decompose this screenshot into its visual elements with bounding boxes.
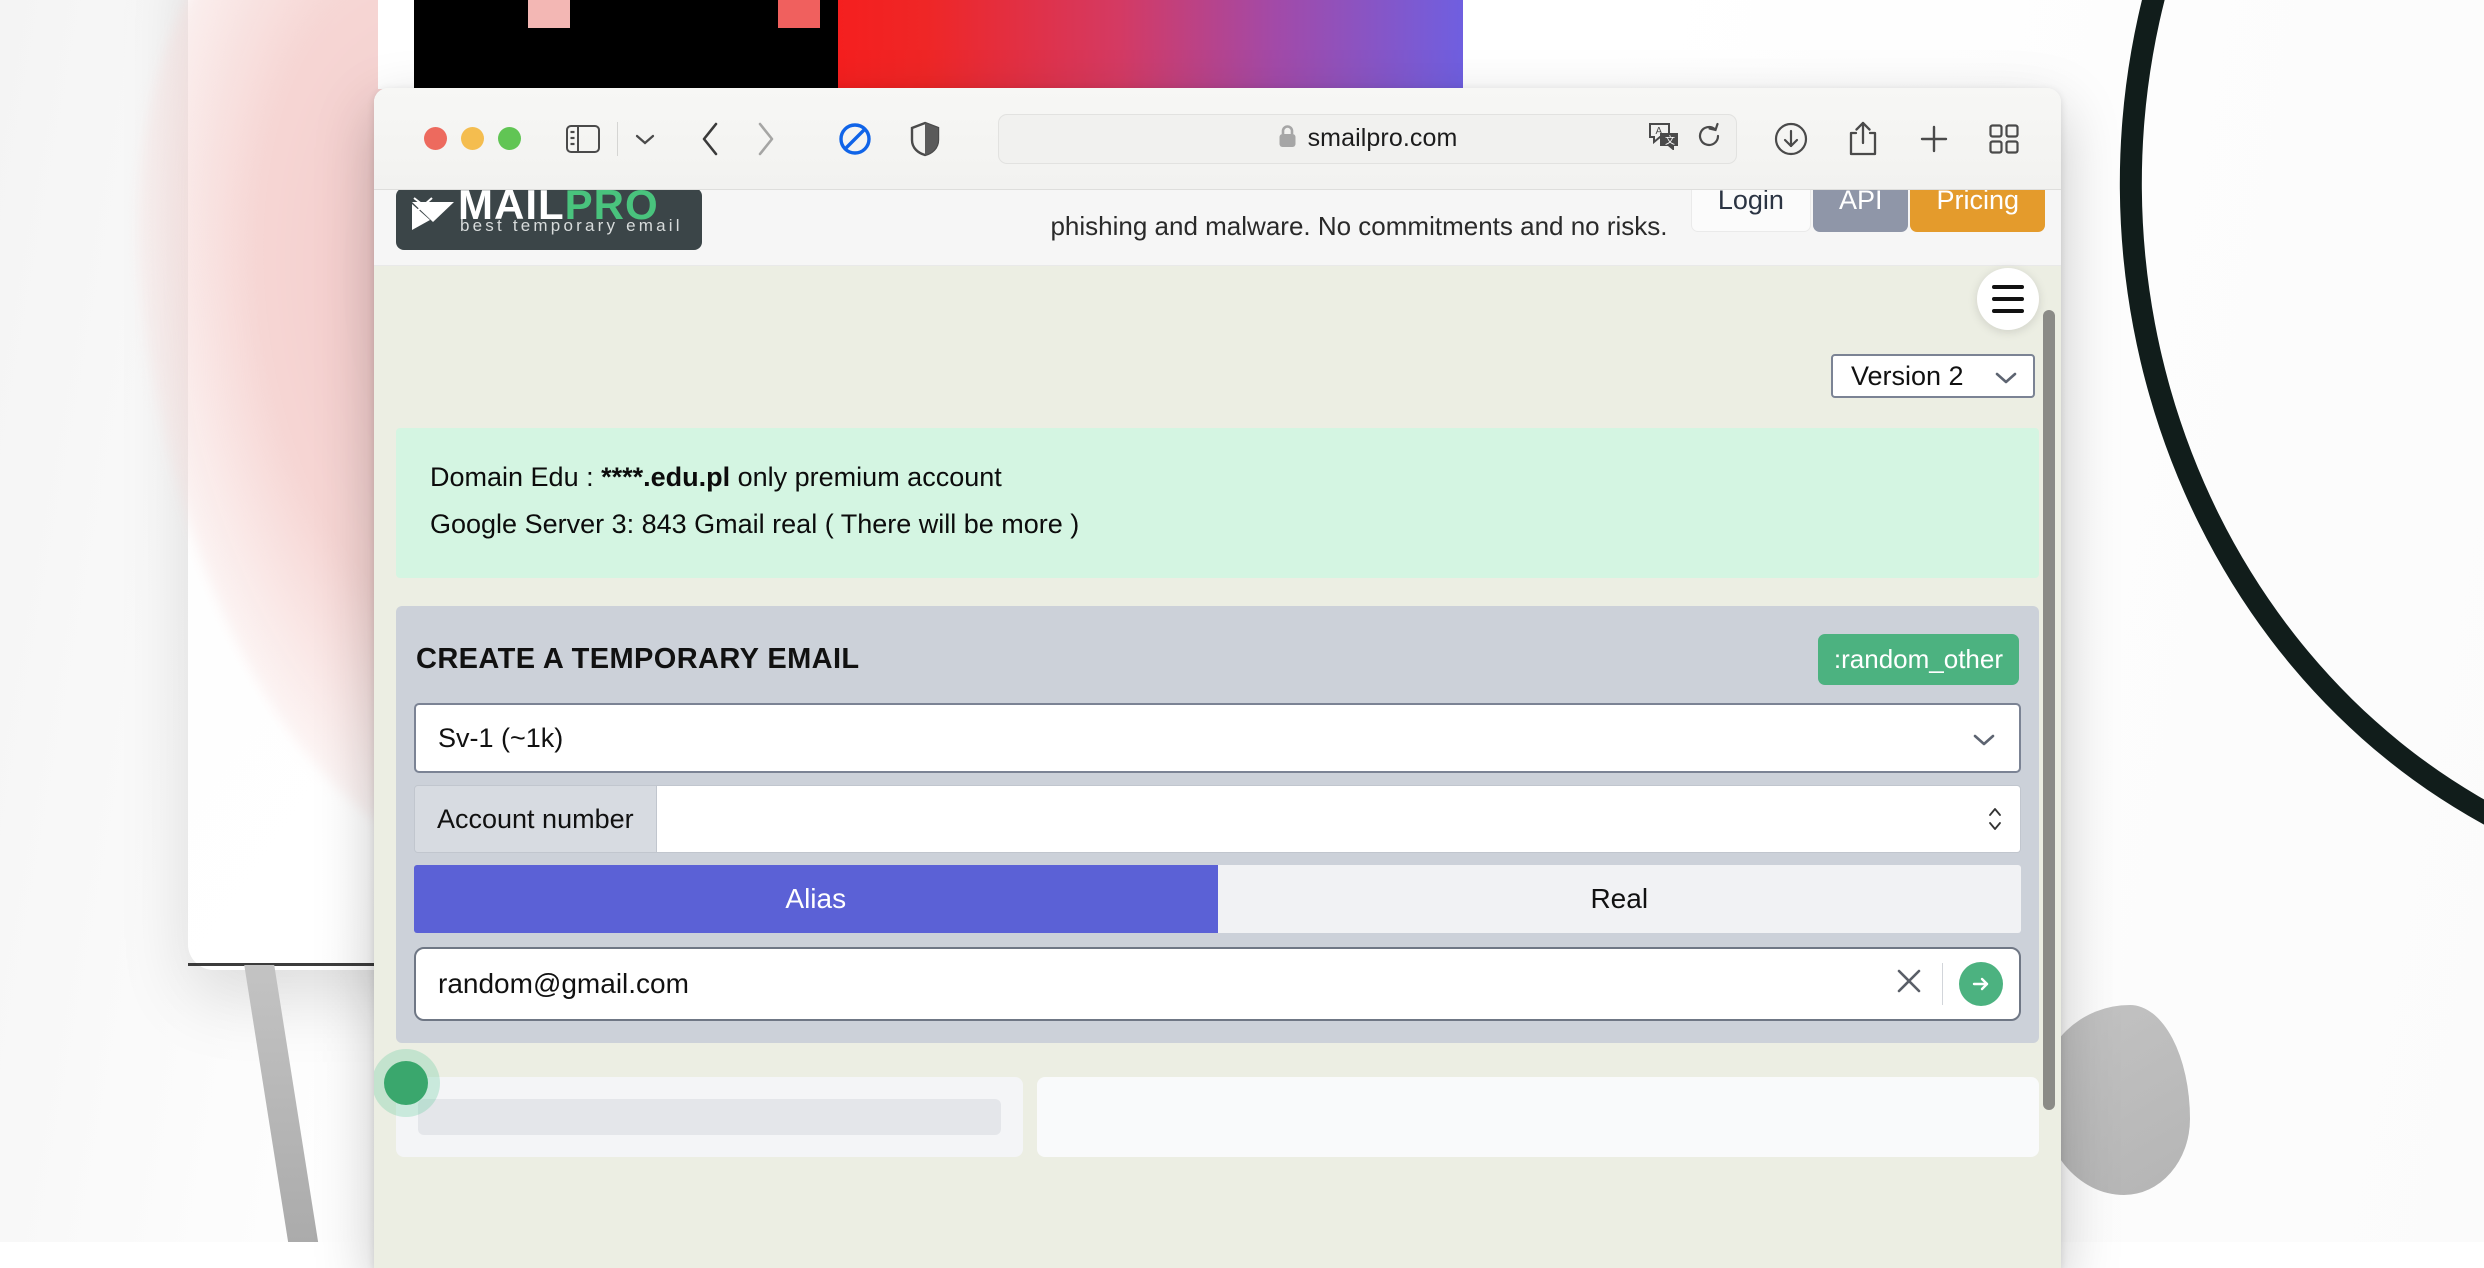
- chevron-down-icon[interactable]: [632, 132, 658, 146]
- announcement-line-2: Google Server 3: 843 Gmail real ( There …: [430, 501, 2005, 548]
- pixel-art-banner: [378, 0, 1463, 89]
- api-button[interactable]: API: [1813, 190, 1909, 232]
- random-other-badge[interactable]: :random_other: [1818, 634, 2019, 685]
- email-input-row[interactable]: random@gmail.com: [414, 947, 2021, 1021]
- close-icon[interactable]: [1876, 963, 1942, 1005]
- download-icon[interactable]: [1773, 121, 1809, 157]
- alias-real-tabs: Alias Real: [414, 865, 2021, 933]
- hamburger-line: [1992, 297, 2024, 301]
- chevron-down-icon: [1971, 723, 1997, 754]
- version-row: Version 2: [396, 354, 2039, 398]
- svg-text:文: 文: [1665, 134, 1675, 147]
- art-pixel: [778, 0, 820, 28]
- site-header: MAILPRO best temporary email phishing an…: [374, 190, 2061, 266]
- panel-title: CREATE A TEMPORARY EMAIL: [416, 643, 860, 676]
- hamburger-line: [1992, 285, 2024, 289]
- url-text: smailpro.com: [1308, 124, 1458, 153]
- toolbar-divider: [617, 122, 618, 156]
- plus-icon[interactable]: [1917, 122, 1951, 156]
- results-placeholder-bar: [418, 1099, 1001, 1135]
- no-entry-icon[interactable]: [828, 121, 882, 157]
- account-number-row: Account number: [414, 785, 2021, 853]
- forward-button[interactable]: [738, 120, 794, 158]
- version-select-value: Version 2: [1851, 361, 1964, 392]
- page-content: Version 2 Domain Edu : ****.edu.pl only …: [374, 354, 2061, 1157]
- hamburger-menu-button[interactable]: [1977, 268, 2039, 330]
- account-number-input[interactable]: [657, 786, 2020, 852]
- login-button[interactable]: Login: [1691, 190, 1811, 232]
- announcement-line1-prefix: Domain Edu :: [430, 462, 601, 492]
- arrow-right-icon[interactable]: [1959, 962, 2003, 1006]
- version-select[interactable]: Version 2: [1831, 354, 2035, 398]
- maximize-window-button[interactable]: [498, 127, 521, 150]
- site-logo[interactable]: MAILPRO best temporary email: [396, 190, 702, 250]
- toolbar-right-icons: [1773, 120, 2019, 158]
- background-window-stand: [244, 965, 322, 1242]
- close-window-button[interactable]: [424, 127, 447, 150]
- envelope-icon: [406, 190, 460, 244]
- gray-blob-decoration: [2040, 1005, 2190, 1195]
- server-select-value: Sv-1 (~1k): [438, 723, 563, 754]
- scrollbar-thumb[interactable]: [2043, 310, 2055, 1110]
- announcement-line1-suffix: only premium account: [730, 462, 1002, 492]
- art-notch: [378, 0, 414, 89]
- tab-real[interactable]: Real: [1218, 865, 2022, 933]
- gradient-strip: [838, 0, 1463, 89]
- grid-icon[interactable]: [1989, 124, 2019, 154]
- announcement-line-1: Domain Edu : ****.edu.pl only premium ac…: [430, 454, 2005, 501]
- header-description-text: phishing and malware. No commitments and…: [1050, 211, 1667, 241]
- browser-toolbar: smailpro.com A 文: [374, 88, 2061, 190]
- art-pixel: [528, 0, 570, 28]
- pricing-button[interactable]: Pricing: [1910, 190, 2045, 232]
- logo-tagline: best temporary email: [460, 216, 683, 236]
- minimize-window-button[interactable]: [461, 127, 484, 150]
- results-card-right: [1037, 1077, 2039, 1157]
- announcement-domain: ****.edu.pl: [601, 462, 730, 492]
- page-scrollbar[interactable]: [2043, 310, 2055, 1150]
- account-number-label: Account number: [415, 786, 657, 852]
- translate-icon[interactable]: A 文: [1648, 122, 1680, 155]
- header-buttons: Login API Pricing: [1691, 190, 2045, 232]
- create-email-panel: CREATE A TEMPORARY EMAIL :random_other S…: [396, 606, 2039, 1043]
- email-input-value: random@gmail.com: [438, 968, 1876, 1000]
- hamburger-line: [1992, 309, 2024, 313]
- back-button[interactable]: [682, 120, 738, 158]
- safari-window: smailpro.com A 文: [374, 88, 2061, 1268]
- reload-icon[interactable]: [1696, 122, 1722, 155]
- chevron-down-icon: [1993, 361, 2019, 392]
- tab-alias[interactable]: Alias: [414, 865, 1218, 933]
- server-select[interactable]: Sv-1 (~1k): [414, 703, 2021, 773]
- account-number-stepper[interactable]: [1986, 804, 2004, 834]
- input-divider: [1942, 963, 1943, 1005]
- shield-icon[interactable]: [898, 121, 952, 157]
- lock-icon: [1278, 124, 1297, 154]
- share-icon[interactable]: [1847, 120, 1879, 158]
- announcement-banner: Domain Edu : ****.edu.pl only premium ac…: [396, 428, 2039, 578]
- sidebar-icon[interactable]: [563, 122, 603, 156]
- window-controls[interactable]: [424, 127, 521, 150]
- page-viewport: MAILPRO best temporary email phishing an…: [374, 190, 2061, 1268]
- status-indicator-dot: [384, 1061, 428, 1105]
- results-section: [396, 1077, 2039, 1157]
- results-card-left: [396, 1077, 1023, 1157]
- create-email-panel-header: CREATE A TEMPORARY EMAIL :random_other: [414, 624, 2021, 703]
- dark-curve-decoration: [2084, 0, 2484, 933]
- address-bar[interactable]: smailpro.com A 文: [998, 114, 1737, 164]
